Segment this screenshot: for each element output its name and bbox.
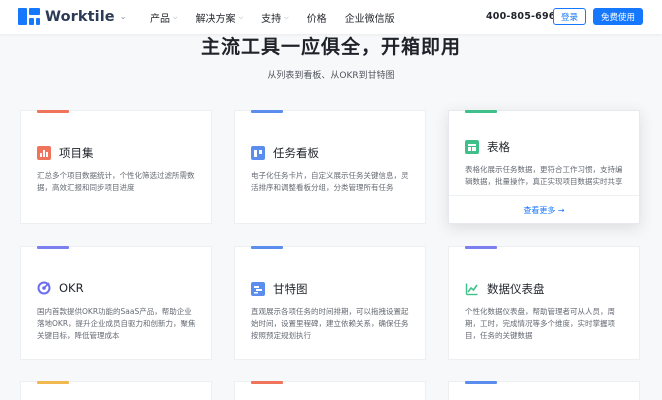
card-accent-bar — [37, 246, 69, 249]
card-description: 表格化展示任务数据，更符合工作习惯，支持编辑数据，批量操作，真正实现项目数据实时… — [465, 165, 623, 186]
card-accent-bar — [465, 381, 497, 384]
chevron-down-icon[interactable]: ⌄ — [120, 12, 127, 21]
card-description: 汇总多个项目数据统计，个性化筛选过滤所需数据，高效汇报和同步项目进度 — [37, 171, 195, 192]
divider — [449, 195, 639, 196]
card-accent-bar — [465, 110, 497, 113]
gantt-icon — [251, 282, 265, 296]
chevron-down-icon: ⌵ — [173, 13, 178, 21]
card-description: 个性化数据仪表盘，帮助管理者可从人员，周期，工时，完成情况等多个维度，实时掌握项… — [465, 307, 615, 340]
feature-card-table[interactable]: 表格 表格化展示任务数据，更符合工作习惯，支持编辑数据，批量操作，真正实现项目数… — [448, 110, 640, 224]
worktile-logo[interactable]: Worktile ⌄ — [18, 8, 126, 25]
chevron-down-icon: ⌵ — [238, 13, 244, 21]
view-more-link[interactable]: 查看更多 → — [449, 205, 639, 216]
feature-card-okr[interactable]: OKR 国内首款提供OKR功能的SaaS产品，帮助企业落地OKR，提升企业成员自… — [20, 246, 212, 360]
card-accent-bar — [37, 110, 69, 113]
card-title: 甘特图 — [273, 282, 308, 296]
chevron-down-icon: ⌵ — [284, 13, 289, 21]
feature-card-kanban[interactable]: 任务看板 电子化任务卡片，自定义展示任务关键信息，灵活排序和调整看板分组，分类管… — [234, 110, 426, 224]
card-title: 任务看板 — [273, 146, 319, 160]
main-nav: 产品 ⌵ 解决方案 ⌵ 支持 ⌵ 价格 企业微信版 — [150, 10, 413, 26]
top-navbar: Worktile ⌄ 产品 ⌵ 解决方案 ⌵ 支持 ⌵ 价格 企业微信版 400-80… — [0, 0, 662, 34]
okr-icon — [37, 281, 51, 295]
portfolio-icon — [37, 146, 51, 160]
nav-item-solutions[interactable]: 解决方案 ⌵ — [196, 10, 244, 26]
card-accent-bar — [465, 246, 497, 249]
page-title: 主流工具一应俱全，开箱即用 — [200, 36, 461, 58]
card-accent-bar — [251, 246, 283, 249]
card-title: 数据仪表盘 — [487, 282, 545, 296]
nav-item-wechat-edition[interactable]: 企业微信版 — [345, 10, 395, 25]
feature-card-row3-1[interactable] — [20, 381, 212, 400]
card-accent-bar — [37, 381, 69, 384]
free-trial-button[interactable]: 免费使用 — [593, 8, 643, 25]
card-description: 电子化任务卡片，自定义展示任务关键信息，灵活排序和调整看板分组，分类管理所有任务 — [251, 171, 409, 192]
card-description: 国内首款提供OKR功能的SaaS产品，帮助企业落地OKR，提升企业成员自驱力和创… — [37, 307, 196, 340]
card-accent-bar — [251, 110, 283, 113]
brand-name: Worktile — [45, 8, 115, 25]
card-title: OKR — [59, 281, 84, 295]
feature-card-gantt[interactable]: 甘特图 直观展示各项任务的时间排期，可以拖拽设置起始时间，设置里程碑，建立依赖关… — [234, 246, 426, 360]
worktile-logo-icon — [18, 8, 40, 25]
login-button[interactable]: 登录 — [553, 8, 586, 25]
page-subtitle: 从列表到看板、从OKR到甘特图 — [267, 71, 395, 81]
card-title: 表格 — [487, 140, 510, 154]
feature-card-portfolio[interactable]: 项目集 汇总多个项目数据统计，个性化筛选过滤所需数据，高效汇报和同步项目进度 — [20, 110, 212, 224]
arrow-right-icon: → — [557, 206, 565, 215]
nav-item-products[interactable]: 产品 ⌵ — [150, 10, 178, 26]
feature-card-row3-2[interactable] — [234, 381, 426, 400]
nav-item-pricing[interactable]: 价格 — [307, 10, 327, 25]
phone-number[interactable]: 400-805-6966 — [486, 11, 562, 22]
feature-card-dashboard[interactable]: 数据仪表盘 个性化数据仪表盘，帮助管理者可从人员，周期，工时，完成情况等多个维度… — [448, 246, 640, 360]
card-accent-bar — [251, 381, 283, 384]
feature-card-row3-3[interactable] — [448, 381, 640, 400]
card-title: 项目集 — [59, 146, 94, 160]
card-description: 直观展示各项任务的时间排期，可以拖拽设置起始时间，设置里程碑，建立依赖关系，确保… — [251, 307, 409, 340]
nav-item-support[interactable]: 支持 ⌵ — [261, 10, 289, 26]
table-icon — [465, 140, 479, 154]
kanban-icon — [251, 146, 265, 160]
dashboard-icon — [465, 282, 479, 296]
